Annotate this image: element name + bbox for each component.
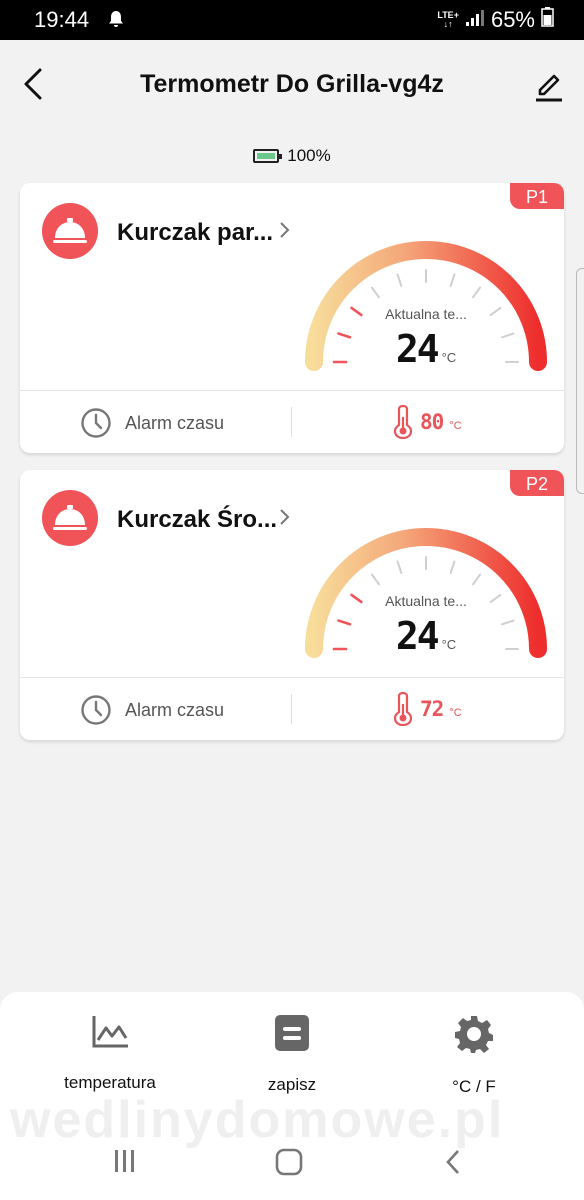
target-temp-unit: °C xyxy=(449,420,462,432)
gauge-tick xyxy=(396,273,403,287)
device-battery-percent: 100% xyxy=(287,146,331,165)
alarm-label: Alarm czasu xyxy=(125,412,225,433)
status-time: 19:44 xyxy=(34,7,90,32)
temperature-history-button[interactable]: temperatura xyxy=(25,1014,195,1093)
target-temperature[interactable]: 80 °C xyxy=(392,405,462,439)
unit-settings-button[interactable]: °C / F xyxy=(389,1014,559,1097)
gauge-tick xyxy=(472,286,482,299)
probe-name[interactable]: Kurczak par... xyxy=(117,219,273,247)
thermometer-icon xyxy=(393,692,413,726)
gear-icon xyxy=(455,1016,493,1053)
network-type: LTE+ ↓↑ xyxy=(437,10,459,29)
probe-name[interactable]: Kurczak Śro... xyxy=(117,506,277,534)
divider xyxy=(291,407,292,437)
gauge-tick xyxy=(449,560,456,574)
target-temp-value: 80 xyxy=(420,410,444,434)
status-bar: 19:44 LTE+ ↓↑ 65% xyxy=(0,0,584,40)
home-button[interactable] xyxy=(275,1148,303,1181)
gauge-label: Aktualna te... xyxy=(385,306,467,322)
gauge-tick xyxy=(370,286,380,299)
side-panel-handle[interactable] xyxy=(576,268,584,494)
card-footer: Alarm czasu 80 °C xyxy=(20,390,564,453)
system-back-button[interactable] xyxy=(443,1148,463,1181)
probe-card-p1: P1 Kurczak par... Aktualna te... 24 °C Al… xyxy=(20,183,564,453)
phone-battery-icon xyxy=(541,7,554,33)
food-cloche-icon[interactable] xyxy=(42,490,98,546)
current-temp-unit: °C xyxy=(441,637,457,652)
phone-battery-percent: 65% xyxy=(490,7,535,32)
current-temperature: 24 °C xyxy=(296,614,556,658)
target-temperature[interactable]: 72 °C xyxy=(392,692,462,726)
chevron-right-icon[interactable] xyxy=(278,507,290,532)
pencil-icon xyxy=(536,74,562,102)
current-temp-unit: °C xyxy=(441,350,457,365)
bell-icon xyxy=(108,10,124,33)
recent-apps-button[interactable] xyxy=(112,1148,138,1179)
gauge-tick xyxy=(449,273,456,287)
alarm-label: Alarm czasu xyxy=(125,699,225,720)
home-icon xyxy=(275,1148,303,1176)
food-cloche-icon[interactable] xyxy=(42,203,98,259)
gauge-tick xyxy=(396,560,403,574)
target-temp-unit: °C xyxy=(449,707,462,719)
divider xyxy=(291,694,292,724)
clock-icon xyxy=(81,695,111,725)
current-temperature: 24 °C xyxy=(296,327,556,371)
card-footer: Alarm czasu 72 °C xyxy=(20,677,564,740)
document-icon xyxy=(275,1015,309,1051)
device-battery: 100% xyxy=(0,146,584,166)
alarm-timer-button[interactable]: Alarm czasu xyxy=(80,407,224,439)
probe-tag: P2 xyxy=(510,470,564,496)
current-temp-value: 24 xyxy=(395,614,440,658)
chevron-right-icon[interactable] xyxy=(278,220,290,245)
recent-apps-icon xyxy=(115,1150,134,1172)
gauge-tick xyxy=(370,573,380,586)
chevron-left-icon xyxy=(446,1150,459,1174)
edit-button[interactable] xyxy=(532,66,566,102)
battery-icon xyxy=(253,149,283,163)
alarm-timer-button[interactable]: Alarm czasu xyxy=(80,694,224,726)
page-title: Termometr Do Grilla-vg4z xyxy=(140,70,444,98)
probe-tag: P1 xyxy=(510,183,564,209)
current-temp-value: 24 xyxy=(395,327,440,371)
save-button[interactable]: zapisz xyxy=(207,1014,377,1095)
app-header: Termometr Do Grilla-vg4z xyxy=(0,40,584,130)
gauge-label: Aktualna te... xyxy=(385,593,467,609)
chart-line-icon xyxy=(92,1016,128,1048)
signal-icon xyxy=(465,7,485,33)
temperature-gauge: Aktualna te... 24 °C xyxy=(296,235,556,385)
temperature-gauge: Aktualna te... 24 °C xyxy=(296,522,556,672)
system-navigation-bar xyxy=(0,1140,584,1184)
clock-icon xyxy=(81,408,111,438)
probe-card-p2: P2 Kurczak Śro... Aktualna te... 24 °C Al… xyxy=(20,470,564,740)
gauge-tick xyxy=(472,573,482,586)
thermometer-icon xyxy=(393,405,413,439)
target-temp-value: 72 xyxy=(420,697,444,721)
